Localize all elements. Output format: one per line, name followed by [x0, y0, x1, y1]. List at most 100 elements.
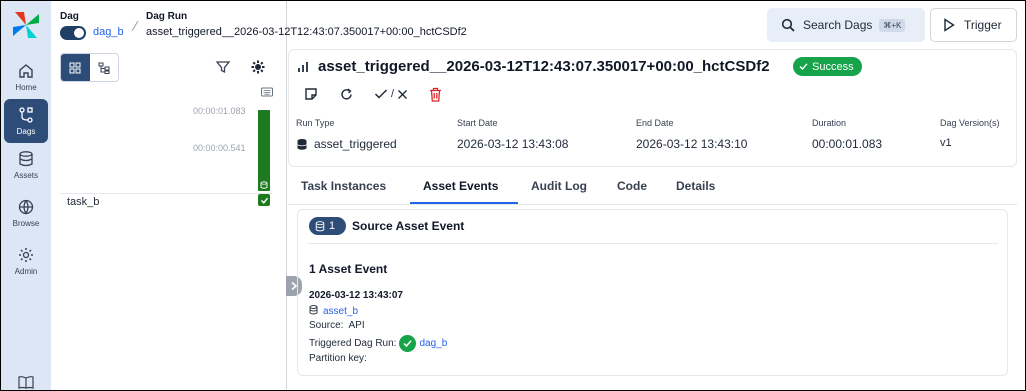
- start-date-header: Start Date: [457, 118, 498, 128]
- run-tabs: [288, 175, 1017, 205]
- event-timestamp: 2026-03-12 13:43:07: [309, 290, 403, 301]
- gear-icon: [19, 248, 33, 262]
- nav-assets-label: Assets: [13, 171, 38, 180]
- filter-icon: [215, 61, 231, 74]
- source-event-count: 1: [329, 220, 336, 232]
- search-label: Search Dags: [803, 18, 873, 32]
- event-partition-key: Partition key:: [309, 353, 367, 364]
- view-mode-toggle: [60, 53, 119, 82]
- partition-label: Partition key:: [309, 353, 367, 364]
- run-type-header: Run Type: [296, 118, 335, 128]
- nav-browse-label: Browse: [12, 219, 40, 228]
- tab-asset-events[interactable]: Asset Events: [410, 179, 518, 204]
- duration-axis-max: 00:00:01.083: [193, 106, 246, 116]
- event-asset: asset_b: [309, 305, 358, 317]
- triggered-label: Triggered Dag Run:: [309, 338, 397, 350]
- graph-icon: [98, 62, 110, 74]
- tab-audit-log[interactable]: Audit Log: [531, 179, 587, 204]
- dag-version-value: v1: [940, 137, 952, 149]
- play-icon: [944, 18, 955, 32]
- duration-axis-mid: 00:00:00.541: [193, 143, 246, 153]
- check-icon: [799, 63, 808, 71]
- nav-home-label: Home: [15, 83, 37, 92]
- clear-run-button[interactable]: [338, 85, 354, 103]
- task-row[interactable]: task_b: [60, 193, 272, 209]
- nav-home[interactable]: Home: [4, 55, 48, 99]
- source-asset-event-heading: Source Asset Event: [352, 219, 465, 233]
- start-date-value: 2026-03-12 13:43:08: [457, 137, 569, 151]
- refresh-icon: [340, 87, 352, 100]
- trigger-button[interactable]: Trigger: [930, 8, 1017, 42]
- asset-event-count: 1 Asset Event: [309, 262, 388, 276]
- breadcrumb-run-label: Dag Run: [146, 11, 188, 22]
- nav-browse[interactable]: Browse: [4, 191, 48, 235]
- triggered-dag-link[interactable]: dag_b: [419, 338, 447, 349]
- check-icon: [260, 197, 268, 204]
- success-check-icon: [399, 335, 417, 352]
- gear-icon: [251, 60, 265, 74]
- note-icon: [305, 88, 317, 100]
- tab-code[interactable]: Code: [617, 179, 647, 204]
- trash-icon: [429, 87, 441, 102]
- database-icon: [19, 151, 33, 167]
- source-event-count-badge: 1: [309, 217, 346, 235]
- database-icon: [297, 139, 307, 150]
- status-label: Success: [812, 60, 854, 73]
- tab-details[interactable]: Details: [676, 179, 715, 204]
- end-date-header: End Date: [636, 118, 674, 128]
- search-dags-button[interactable]: Search Dags ⌘+K: [767, 8, 925, 42]
- duration-header: Duration: [812, 118, 847, 128]
- side-nav: Home Dags Assets Browse Admin: [1, 1, 51, 390]
- signal-icon: [298, 62, 308, 72]
- breadcrumb-run-id: asset_triggered__2026-03-12T12:43:07.350…: [146, 26, 467, 38]
- dags-icon: [19, 107, 33, 123]
- search-icon: [781, 18, 795, 32]
- breadcrumb-dag-link[interactable]: dag_b: [93, 26, 124, 38]
- event-source: Source: API: [309, 320, 365, 331]
- source-label: Source:: [309, 320, 344, 331]
- end-date-value: 2026-03-12 13:43:10: [636, 137, 748, 151]
- grid-view-button[interactable]: [61, 54, 90, 81]
- mark-run-as-button[interactable]: /: [369, 85, 413, 103]
- database-icon: [309, 305, 318, 315]
- tab-task-instances[interactable]: Task Instances: [301, 179, 386, 204]
- mark-as-separator: /: [390, 88, 395, 100]
- source-value: API: [348, 320, 365, 331]
- graph-view-button[interactable]: [90, 54, 119, 81]
- duration-value: 00:00:01.083: [812, 137, 883, 151]
- home-icon: [19, 64, 33, 78]
- filter-button[interactable]: [213, 57, 233, 77]
- close-icon: [398, 89, 408, 99]
- globe-icon: [18, 199, 34, 215]
- nav-assets[interactable]: Assets: [4, 143, 48, 187]
- dag-version-header: Dag Version(s): [940, 118, 1000, 128]
- check-icon: [374, 89, 387, 99]
- nav-dags[interactable]: Dags: [4, 99, 48, 143]
- task-instance-cell[interactable]: [258, 194, 270, 206]
- trigger-label: Trigger: [964, 18, 1002, 32]
- breadcrumb-separator: [131, 20, 139, 32]
- keyboard-icon[interactable]: [261, 87, 273, 97]
- settings-button[interactable]: [248, 57, 268, 77]
- add-note-button[interactable]: [303, 85, 319, 103]
- book-icon[interactable]: [17, 375, 35, 389]
- breadcrumb-dag-label: Dag: [60, 11, 79, 22]
- nav-admin-label: Admin: [14, 267, 38, 276]
- run-title: asset_triggered__2026-03-12T12:43:07.350…: [318, 58, 770, 75]
- database-icon: [315, 220, 325, 231]
- check-icon: [403, 340, 413, 348]
- event-triggered-run: Triggered Dag Run: dag_b: [309, 335, 447, 352]
- dag-pause-toggle[interactable]: [60, 26, 86, 40]
- search-shortcut: ⌘+K: [879, 18, 906, 32]
- nav-admin[interactable]: Admin: [4, 239, 48, 283]
- run-duration-bar[interactable]: [258, 110, 270, 191]
- delete-run-button[interactable]: [427, 85, 443, 103]
- nav-dags-label: Dags: [16, 127, 36, 136]
- database-icon: [260, 181, 268, 189]
- asset-link[interactable]: asset_b: [323, 306, 358, 317]
- status-badge: Success: [793, 57, 862, 76]
- grid-icon: [69, 62, 81, 73]
- section-divider: [308, 243, 998, 244]
- airflow-logo[interactable]: [11, 10, 41, 40]
- run-type-value: asset_triggered: [314, 137, 397, 151]
